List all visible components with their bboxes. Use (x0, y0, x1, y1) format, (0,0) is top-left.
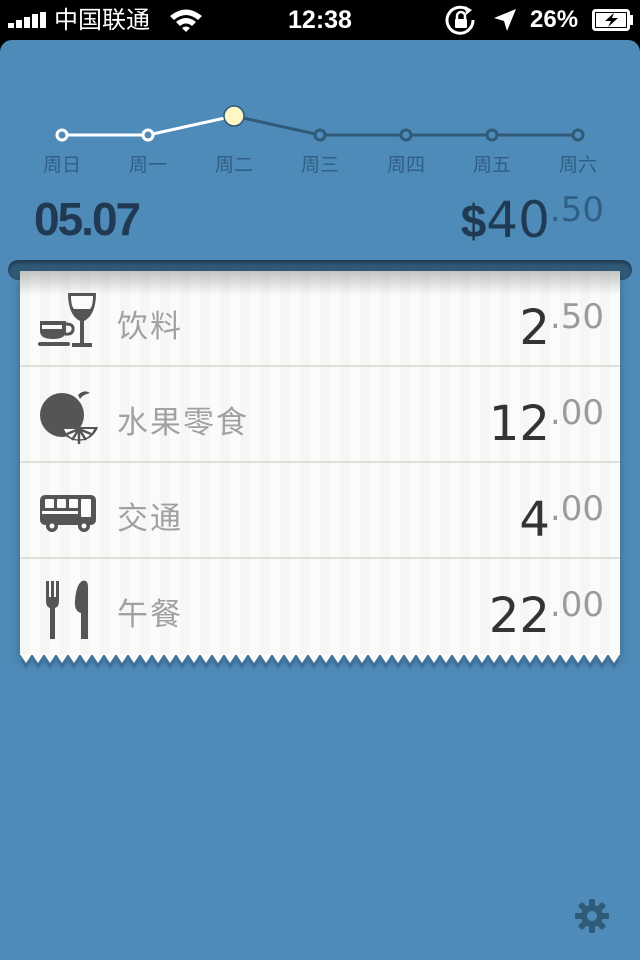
day-label-thu[interactable]: 周四 (366, 150, 446, 177)
location-icon (494, 9, 516, 31)
receipt-top-shadow (20, 271, 620, 295)
battery-percent: 26% (530, 6, 579, 33)
chart-point-mon[interactable] (141, 128, 155, 142)
expense-row[interactable]: 午餐 22.00 (20, 559, 620, 655)
amount-integer: 12 (488, 396, 550, 452)
total-integer: 40 (486, 191, 550, 249)
category-label: 午餐 (117, 597, 183, 633)
chart-point-fri[interactable] (485, 128, 499, 142)
expense-amount: 2.50 (519, 297, 604, 356)
settings-gear-icon[interactable] (574, 898, 610, 934)
category-label: 交通 (117, 501, 183, 537)
bus-icon (40, 495, 96, 532)
rotation-lock-icon (445, 5, 475, 35)
chart-point-thu[interactable] (399, 128, 413, 142)
day-label-wed[interactable]: 周三 (280, 150, 360, 177)
expense-amount: 22.00 (489, 585, 604, 644)
amount-decimal: .50 (549, 297, 604, 337)
day-label-mon[interactable]: 周一 (108, 150, 188, 177)
daily-total: $40.50 (461, 190, 604, 249)
category-label: 饮料 (117, 309, 183, 345)
screen: 中国联通 12:38 26% 周日 周一 周二 周三 周四 周五 周六 05.0… (0, 0, 640, 960)
amount-integer: 22 (488, 588, 550, 644)
amount-decimal: .00 (549, 489, 604, 529)
fruit-snack-icon (40, 391, 98, 444)
expense-amount: 12.00 (489, 393, 604, 452)
amount-decimal: .00 (549, 585, 604, 625)
app-content: 周日 周一 周二 周三 周四 周五 周六 05.07 $40.50 饮料 2.5… (0, 40, 640, 960)
expense-row[interactable]: 水果零食 12.00 (20, 367, 620, 463)
amount-integer: 2 (519, 300, 550, 356)
category-label: 水果零食 (117, 405, 249, 441)
cutlery-icon (46, 580, 88, 639)
amount-integer: 4 (519, 492, 550, 548)
expense-amount: 4.00 (519, 489, 604, 548)
day-label-sun[interactable]: 周日 (22, 150, 102, 177)
battery-icon (592, 9, 633, 31)
receipt-torn-edge (20, 654, 620, 669)
chart-point-tue-selected[interactable] (223, 105, 245, 127)
selected-date: 05.07 (34, 193, 141, 245)
total-decimal: .50 (549, 190, 604, 230)
day-label-fri[interactable]: 周五 (452, 150, 532, 177)
day-label-tue[interactable]: 周二 (194, 150, 274, 177)
receipt: 饮料 2.50 水果零食 12.00 交通 4.00 午餐 22.00 (20, 271, 620, 655)
currency-symbol: $ (460, 195, 487, 247)
chart-point-wed[interactable] (313, 128, 327, 142)
chart-point-sat[interactable] (571, 128, 585, 142)
expense-row[interactable]: 交通 4.00 (20, 463, 620, 559)
day-label-sat[interactable]: 周六 (538, 150, 618, 177)
drink-icon (38, 293, 96, 347)
amount-decimal: .00 (549, 393, 604, 433)
chart-point-sun[interactable] (55, 128, 69, 142)
status-bar: 中国联通 12:38 26% (0, 0, 640, 40)
